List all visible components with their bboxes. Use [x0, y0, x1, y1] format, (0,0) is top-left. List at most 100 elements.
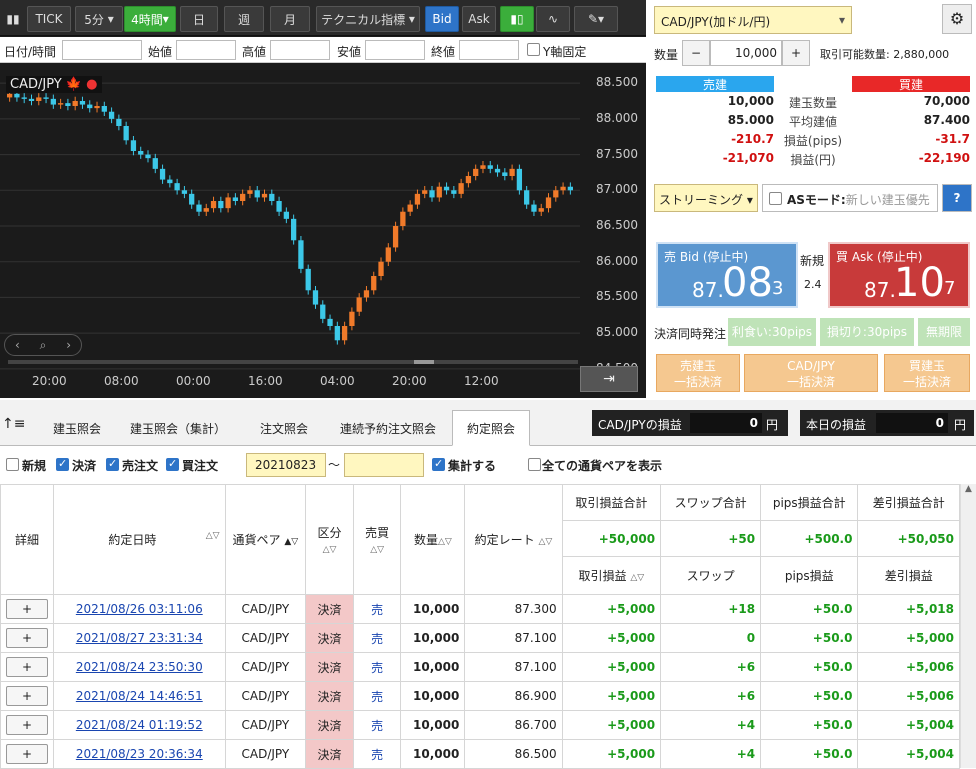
candle-body [516, 168, 523, 191]
bulk-settle-sell-button[interactable]: 売建玉 一括決済 [656, 354, 740, 392]
candlestick-icon[interactable]: ▮▯ [500, 6, 534, 32]
kind-cell: 決済 [305, 623, 354, 653]
aggregate-checkbox[interactable] [432, 457, 445, 471]
qty-cell: 10,000 [400, 594, 466, 624]
take-profit-button[interactable]: 利食い:30pips [728, 318, 816, 346]
tab-ifd-orders[interactable]: 連続予約注文照会 [330, 410, 446, 446]
as-mode-box[interactable]: ASモード:新しい建玉優先 [762, 184, 938, 212]
sort-icon[interactable]: △▽ [323, 545, 337, 555]
all-pairs-checkbox[interactable] [528, 458, 541, 471]
pair-select[interactable]: CAD/JPY(加ドル/円) ▾ [654, 6, 852, 34]
as-mode-placeholder: 新しい建玉優先 [845, 193, 930, 207]
rate-cell: 86.700 [464, 710, 563, 740]
sort-icon[interactable]: △▽ [538, 537, 552, 547]
tab-positions-summary[interactable]: 建玉照会（集計） [122, 410, 234, 446]
candle-body [196, 204, 202, 212]
sort-list-icon[interactable]: ↑≡ [2, 416, 25, 432]
sort-icon[interactable]: △▽ [630, 573, 644, 583]
bulk-settle-buy-button[interactable]: 買建玉 一括決済 [884, 354, 970, 392]
col-qty[interactable]: 数量△▽ [400, 484, 466, 595]
expand-button[interactable]: + [6, 686, 48, 706]
scroll-right-icon[interactable]: › [66, 338, 71, 352]
expiry-button[interactable]: 無期限 [918, 318, 970, 346]
filter-settle-checkbox[interactable] [56, 457, 69, 471]
expand-button[interactable]: + [6, 715, 48, 735]
technical-indicator-select[interactable]: テクニカル指標 ▾ [316, 6, 420, 32]
line-chart-icon[interactable]: ∿ [536, 6, 570, 32]
date-from-input[interactable]: 20210823 [246, 453, 326, 477]
expand-button[interactable]: + [6, 657, 48, 677]
col-pl[interactable]: 取引損益 △▽ [561, 556, 662, 595]
expand-button[interactable]: + [6, 599, 48, 619]
sell-value: -210.7 [731, 132, 774, 146]
filter-new-checkbox[interactable] [6, 458, 19, 471]
bid-price-button[interactable]: 売 Bid (停止中) 87. 08 3 [656, 242, 798, 308]
col-side-label: 売買 [365, 526, 390, 540]
col-rate[interactable]: 約定レート △▽ [464, 484, 563, 595]
sort-icon[interactable]: △▽ [438, 537, 452, 547]
bid-button[interactable]: Bid [425, 6, 459, 32]
sort-active-icon[interactable]: ▲▽ [284, 537, 298, 547]
draw-tool-icon[interactable]: ✎▾ [574, 6, 618, 32]
exec-datetime-link[interactable]: 2021/08/24 14:46:51 [53, 681, 226, 711]
col-rate-label: 約定レート [474, 533, 535, 547]
qty-minus-button[interactable]: − [682, 40, 710, 66]
chart-scrollbar[interactable] [8, 360, 578, 364]
col-sum-net: 差引損益合計 [857, 484, 960, 521]
scroll-latest-button[interactable]: ⇥ [580, 366, 638, 392]
ask-price-b: 10 [894, 260, 945, 306]
week-button[interactable]: 週 [224, 6, 264, 32]
col-pair-label: 通貨ペア [232, 533, 281, 547]
scrollbar-thumb[interactable] [414, 360, 434, 364]
ask-price-button[interactable]: 買 Ask (停止中) 87. 10 7 [828, 242, 970, 308]
col-datetime[interactable]: 約定日時 △▽ [53, 484, 226, 595]
tab-orders[interactable]: 注文照会 [246, 410, 322, 446]
sort-icon[interactable]: △▽ [206, 531, 220, 541]
pair-cell: CAD/JPY [224, 652, 307, 682]
ask-button[interactable]: Ask [462, 6, 496, 32]
candle-body [210, 201, 217, 209]
month-button[interactable]: 月 [270, 6, 310, 32]
exec-datetime-link[interactable]: 2021/08/23 20:36:34 [53, 739, 226, 769]
exec-datetime-link[interactable]: 2021/08/24 01:19:52 [53, 710, 226, 740]
qty-cell: 10,000 [400, 652, 466, 682]
as-mode-checkbox[interactable] [769, 192, 782, 205]
streaming-select[interactable]: ストリーミング ▾ [654, 184, 758, 212]
tab-executions[interactable]: 約定照会 [452, 410, 530, 446]
candle-body [50, 98, 56, 105]
exec-datetime-link[interactable]: 2021/08/24 23:50:30 [53, 652, 226, 682]
zoom-icon[interactable]: ⌕ [40, 338, 47, 353]
filter-sell-checkbox[interactable] [106, 457, 119, 471]
stop-loss-button[interactable]: 損切り:30pips [820, 318, 914, 346]
scroll-up-icon[interactable]: ▲ [961, 484, 976, 494]
col-datetime-label: 約定日時 [108, 533, 157, 547]
qty-plus-button[interactable]: + [782, 40, 810, 66]
chart-type-icon[interactable]: ▮▮ [2, 6, 24, 32]
date-to-input[interactable] [344, 453, 424, 477]
scroll-left-icon[interactable]: ‹ [15, 338, 20, 352]
filter-buy-checkbox[interactable] [166, 457, 179, 471]
y-fix-checkbox[interactable] [527, 43, 540, 56]
interval-4h-select[interactable]: 4時間 ▾ [124, 6, 176, 32]
settings-gear-icon[interactable]: ⚙ [942, 4, 972, 34]
bulk-settle-pair-button[interactable]: CAD/JPY 一括決済 [744, 354, 878, 392]
col-side[interactable]: 売買 △▽ [352, 484, 402, 595]
help-button[interactable]: ? [942, 184, 972, 212]
exec-datetime-link[interactable]: 2021/08/27 23:31:34 [53, 623, 226, 653]
interval-5min-select[interactable]: 5分 ▾ [75, 6, 123, 32]
day-button[interactable]: 日 [180, 6, 218, 32]
table-scrollbar[interactable]: ▲ [960, 484, 976, 768]
expand-button[interactable]: + [6, 628, 48, 648]
col-pair[interactable]: 通貨ペア ▲▽ [224, 484, 307, 595]
col-kind[interactable]: 区分 △▽ [305, 484, 354, 595]
table-body: + 2021/08/26 03:11:06 CAD/JPY 決済 売 10,00… [0, 594, 960, 769]
exec-datetime-link[interactable]: 2021/08/26 03:11:06 [53, 594, 226, 624]
detail-cell: + [0, 623, 54, 653]
expand-button[interactable]: + [6, 744, 48, 764]
tab-positions[interactable]: 建玉照会 [38, 410, 116, 446]
price-chart[interactable]: CAD/JPY 🍁 ● 88.500 88.000 87.500 87.000 86.5… [0, 64, 646, 398]
low-label: 安値 [337, 45, 362, 59]
qty-input[interactable]: 10,000 [710, 40, 782, 66]
tick-button[interactable]: TICK [27, 6, 71, 32]
sort-icon[interactable]: △▽ [370, 545, 384, 555]
